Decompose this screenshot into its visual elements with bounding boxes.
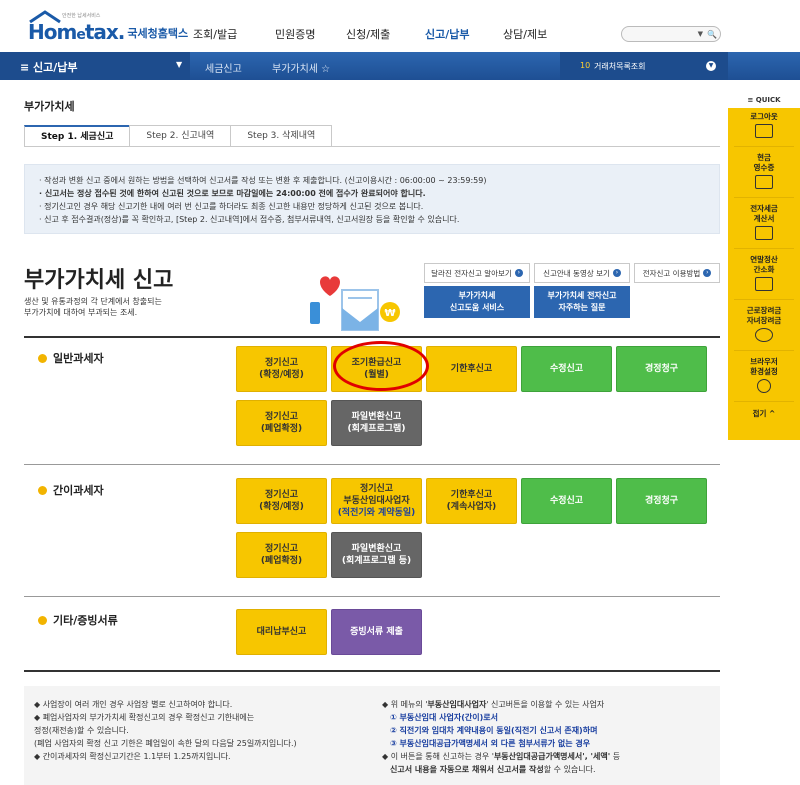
bullet-icon xyxy=(38,353,47,363)
tab-step2-filing-history[interactable]: Step 2. 신고내역 xyxy=(129,125,232,147)
simple-closure-filing-button[interactable]: 정기신고 (폐업확정) xyxy=(236,532,327,578)
receipt-icon xyxy=(755,175,773,189)
note-line: 신고서 내용을 자동으로 채워서 신고서를 작성할 수 있습니다. xyxy=(390,765,596,774)
red-annotation-circle xyxy=(333,341,429,391)
bullet-icon xyxy=(38,485,47,495)
invoice-icon xyxy=(755,226,773,240)
sub-navigation-bar: ≡ 신고/납부 ▼ 세금신고 부가가치세 ☆ 10 거래처목록조회 ▼ xyxy=(0,52,800,80)
breadcrumb-tax-filing[interactable]: 세금신고 xyxy=(205,60,242,75)
arrow-right-icon: › xyxy=(612,269,621,277)
general-closure-filing-button[interactable]: 정기신고 (폐업확정) xyxy=(236,400,327,446)
client-list-lookup[interactable]: 거래처목록조회 xyxy=(594,61,646,72)
simple-late-filing-button[interactable]: 기한후신고 (계속사업자) xyxy=(426,478,517,524)
simple-real-estate-filing-button[interactable]: 정기신고 부동산임대사업자 (적전기와 계약동일) xyxy=(331,478,422,524)
menu-button[interactable]: ≡ 신고/납부 xyxy=(20,59,78,75)
section-general-taxpayer: 일반과세자 xyxy=(38,350,104,366)
arrow-right-icon: › xyxy=(514,269,523,277)
tab-step3-deletion-history[interactable]: Step 3. 삭제내역 xyxy=(230,125,333,147)
general-correction-claim-button[interactable]: 경정청구 xyxy=(616,346,707,392)
notice-line: · 신고 후 접수결과(정상)를 꼭 확인하고, [Step 2. 신고내역]에… xyxy=(39,215,460,224)
tab-step1-tax-filing[interactable]: Step 1. 세금신고 xyxy=(24,125,131,147)
supporting-documents-submit-button[interactable]: 증빙서류 제출 xyxy=(331,609,422,655)
client-count-badge: 10 xyxy=(580,61,591,70)
top-header: 안전한 납세서비스 Hometax. 국세청홈택스 조회/발급 민원증명 신청/… xyxy=(0,0,800,52)
note-line: ② 직전기와 임대차 계약내용이 동일(직전기 신고서 존재)하며 xyxy=(390,726,598,735)
vat-filing-help-service-button[interactable]: 부가가치세 신고도움 서비스 xyxy=(424,286,530,318)
house-icon xyxy=(29,10,61,24)
nav-inquiry[interactable]: 조회/발급 xyxy=(193,26,237,42)
simple-amended-filing-button[interactable]: 수정신고 xyxy=(521,478,612,524)
logo-subtitle: 국세청홈택스 xyxy=(127,27,189,40)
nav-certificates[interactable]: 민원증명 xyxy=(275,26,315,42)
simple-correction-claim-button[interactable]: 경정청구 xyxy=(616,478,707,524)
page-title: 부가가치세 xyxy=(24,100,75,113)
whats-new-efiling-link[interactable]: 달라진 전자신고 알아보기 › xyxy=(424,263,530,283)
notice-line: · 작성과 변환 신고 중에서 원하는 방법을 선택하여 신고서를 작성 또는 … xyxy=(39,176,487,185)
note-line: ◆ 위 메뉴의 '부동산임대사업자' 신고버튼을 이용할 수 있는 사업자 xyxy=(382,700,605,709)
note-line: ◆ 이 버튼을 통해 신고하는 경우 '부동산임대공급가액명세서', '세액' … xyxy=(382,752,621,761)
document-icon xyxy=(755,277,773,291)
chevron-down-icon[interactable]: ▼ xyxy=(176,60,182,69)
note-line: ① 부동산임대 사업자(간이)로서 xyxy=(390,713,498,722)
nav-consultation[interactable]: 상담/제보 xyxy=(503,26,547,42)
gear-icon xyxy=(757,379,771,393)
notice-line: · 신고서는 정상 접수된 것에 한하여 신고된 것으로 보므로 마감일에는 2… xyxy=(39,189,426,198)
efiling-how-to-link[interactable]: 전자신고 이용방법 › xyxy=(634,263,720,283)
note-line: ◆ 사업장이 여러 개인 경우 사업장 별로 신고하여야 합니다. xyxy=(34,700,233,709)
simple-file-conversion-button[interactable]: 파일변환신고 (회계프로그램 등) xyxy=(331,532,422,578)
vat-efiling-faq-button[interactable]: 부가가치세 전자신고 자주하는 질문 xyxy=(534,286,630,318)
note-line: ③ 부동산임대공급가액명세서 외 다른 첨부서류가 없는 경우 xyxy=(390,739,591,748)
quick-e-tax-invoice[interactable]: 전자세금 계산서 xyxy=(728,204,800,240)
chevron-down-icon[interactable]: ▼ xyxy=(698,30,703,38)
logo-tagline: 안전한 납세서비스 xyxy=(62,13,101,19)
notice-box: · 작성과 변환 신고 중에서 원하는 방법을 선택하여 신고서를 작성 또는 … xyxy=(24,164,720,234)
quick-browser-settings[interactable]: 브라우저 환경설정 xyxy=(728,357,800,393)
notice-line: · 정기신고인 경우 해당 신고기한 내에 여러 번 신고를 하더라도 최종 신… xyxy=(39,202,424,211)
unlock-icon xyxy=(755,124,773,138)
simple-regular-filing-button[interactable]: 정기신고 (확정/예정) xyxy=(236,478,327,524)
section-other-documents: 기타/증빙서류 xyxy=(38,612,118,628)
quick-menu-title: ≡ QUICK xyxy=(747,96,781,104)
svg-text:₩: ₩ xyxy=(384,308,395,319)
breadcrumb-vat[interactable]: 부가가치세 ☆ xyxy=(272,60,330,75)
proxy-payment-filing-button[interactable]: 대리납부신고 xyxy=(236,609,327,655)
note-line: ◆ 간이과세자의 확정신고기간은 1.1부터 1.25까지입니다. xyxy=(34,752,231,761)
general-amended-filing-button[interactable]: 수정신고 xyxy=(521,346,612,392)
arrow-right-icon: › xyxy=(703,269,712,277)
search-input[interactable]: ▼ 🔍 xyxy=(621,26,721,42)
quick-earned-income-credit[interactable]: 근로장려금 자녀장려금 xyxy=(728,306,800,342)
chevron-down-icon[interactable]: ▼ xyxy=(706,61,716,71)
search-icon[interactable]: 🔍 xyxy=(707,30,717,39)
general-late-filing-button[interactable]: 기한후신고 xyxy=(426,346,517,392)
vat-heading: 부가가치세 신고 xyxy=(24,268,174,293)
note-line: 정정(재전송)할 수 있습니다. xyxy=(34,726,129,735)
note-line: (폐업 사업자의 확정 신고 기한은 폐업일이 속한 달의 다음달 25일까지입… xyxy=(34,739,297,748)
heart-icon xyxy=(755,328,773,342)
general-file-conversion-button[interactable]: 파일변환신고 (회계프로그램) xyxy=(331,400,422,446)
note-line: ◆ 폐업사업자의 부가가치세 확정신고의 경우 확정신고 기한내에는 xyxy=(34,713,255,722)
filing-guide-video-link[interactable]: 신고안내 동영상 보기 › xyxy=(534,263,630,283)
bullet-icon xyxy=(38,615,47,625)
quick-menu: ≡ QUICK 로그아웃 현금 영수증 전자세금 계산서 연말정산 간소화 근로… xyxy=(728,92,800,442)
quick-cash-receipt[interactable]: 현금 영수증 xyxy=(728,153,800,189)
general-regular-filing-button[interactable]: 정기신고 (확정/예정) xyxy=(236,346,327,392)
nav-application[interactable]: 신청/제출 xyxy=(346,26,390,42)
hometax-logo[interactable]: 안전한 납세서비스 Hometax. 국세청홈택스 xyxy=(28,10,189,44)
vat-illustration: ₩ xyxy=(310,276,400,331)
nav-filing-payment[interactable]: 신고/납부 xyxy=(425,26,470,42)
section-simplified-taxpayer: 간이과세자 xyxy=(38,482,104,498)
step-tabs: Step 1. 세금신고 Step 2. 신고내역 Step 3. 삭제내역 xyxy=(24,125,333,147)
quick-fold-button[interactable]: 접기 ^ xyxy=(728,408,800,419)
vat-description: 생산 및 유통과정의 각 단계에서 창출되는 부가가치에 대하여 부과되는 조세… xyxy=(24,297,162,317)
quick-logout[interactable]: 로그아웃 xyxy=(728,112,800,138)
quick-year-end-settlement[interactable]: 연말정산 간소화 xyxy=(728,255,800,291)
